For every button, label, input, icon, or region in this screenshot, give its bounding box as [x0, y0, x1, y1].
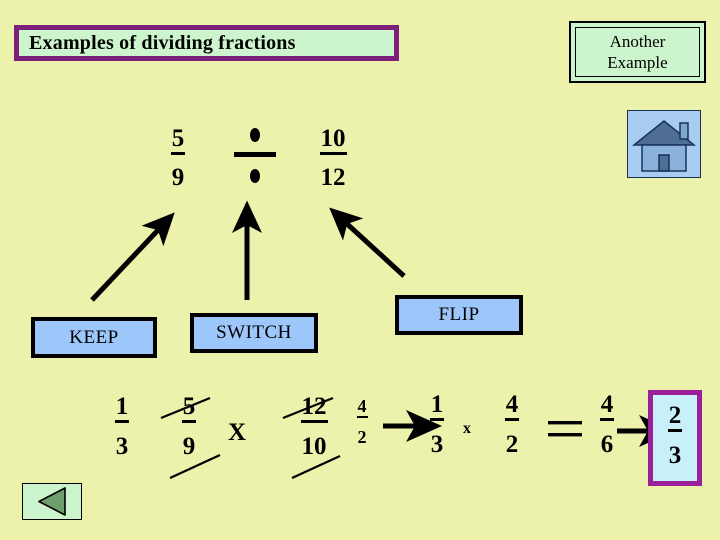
- step-keep-box[interactable]: KEEP: [31, 317, 157, 358]
- problem-left-fraction: 5 9: [158, 126, 198, 193]
- working-restated-second-fraction: 4 2: [495, 392, 529, 460]
- page-title: Examples of dividing fractions: [14, 25, 399, 61]
- home-button[interactable]: [627, 110, 701, 178]
- answer-denominator: 3: [668, 442, 682, 469]
- problem-right-numerator: 10: [319, 126, 347, 155]
- equals-bar-bottom: [548, 433, 582, 437]
- working-multiply-symbol-2: x: [463, 420, 471, 437]
- working-cancelled-second-denominator: 10: [301, 433, 327, 460]
- working-restated-second-denominator: 2: [505, 431, 519, 458]
- working-reduced-second-numerator: 4: [356, 396, 368, 418]
- working-restated-first-numerator: 1: [429, 392, 445, 421]
- back-button[interactable]: [22, 483, 82, 520]
- problem-left-numerator: 5: [170, 126, 186, 155]
- step-switch-label: SWITCH: [216, 322, 292, 343]
- answer-box: 2 3: [648, 390, 702, 486]
- working-product-numerator: 4: [599, 392, 615, 421]
- working-cancelled-first-fraction: 5 9: [172, 394, 206, 462]
- working-reduced-first-numerator: 1: [114, 394, 130, 423]
- slide-canvas: Examples of dividing fractions Another E…: [0, 0, 720, 540]
- step-switch-box[interactable]: SWITCH: [190, 313, 318, 353]
- step-keep-label: KEEP: [69, 326, 119, 348]
- working-cancelled-second-numerator: 12: [300, 394, 328, 423]
- keep-arrow-icon: [90, 212, 175, 302]
- problem-right-fraction: 10 12: [308, 126, 358, 193]
- working-restated-first-fraction: 1 3: [420, 392, 454, 460]
- step-flip-box[interactable]: FLIP: [395, 295, 523, 335]
- step-flip-label: FLIP: [438, 304, 480, 325]
- another-example-line-1: Another: [609, 32, 666, 51]
- working-reduced-first-fraction: 1 3: [105, 394, 139, 462]
- back-triangle-icon: [38, 487, 66, 516]
- working-product-denominator: 6: [600, 431, 614, 458]
- another-example-label: Another Example: [607, 31, 667, 73]
- another-example-line-2: Example: [607, 53, 668, 72]
- division-sign-icon: [234, 128, 276, 183]
- page-title-text: Examples of dividing fractions: [29, 31, 296, 54]
- answer-fraction: 2 3: [653, 403, 697, 471]
- working-reduced-second-denominator: 2: [357, 427, 367, 447]
- home-icon: [631, 120, 697, 172]
- working-reduced-second-fraction: 4 2: [351, 397, 373, 448]
- working-cancelled-first-denominator: 9: [182, 433, 196, 460]
- equals-bar-top: [548, 421, 582, 425]
- working-restated-first-denominator: 3: [430, 431, 444, 458]
- working-cancelled-second-fraction: 12 10: [293, 394, 335, 462]
- working-product-fraction: 4 6: [590, 392, 624, 460]
- working-restated-second-numerator: 4: [504, 392, 520, 421]
- working-multiply-symbol-1: X: [228, 419, 247, 446]
- answer-numerator: 2: [667, 403, 683, 432]
- another-example-button[interactable]: Another Example: [569, 21, 706, 83]
- problem-left-denominator: 9: [171, 164, 185, 191]
- problem-right-denominator: 12: [320, 164, 346, 191]
- working-cancelled-first-numerator: 5: [181, 394, 197, 423]
- working-reduced-first-denominator: 3: [115, 433, 129, 460]
- flip-arrow-icon: [329, 207, 406, 278]
